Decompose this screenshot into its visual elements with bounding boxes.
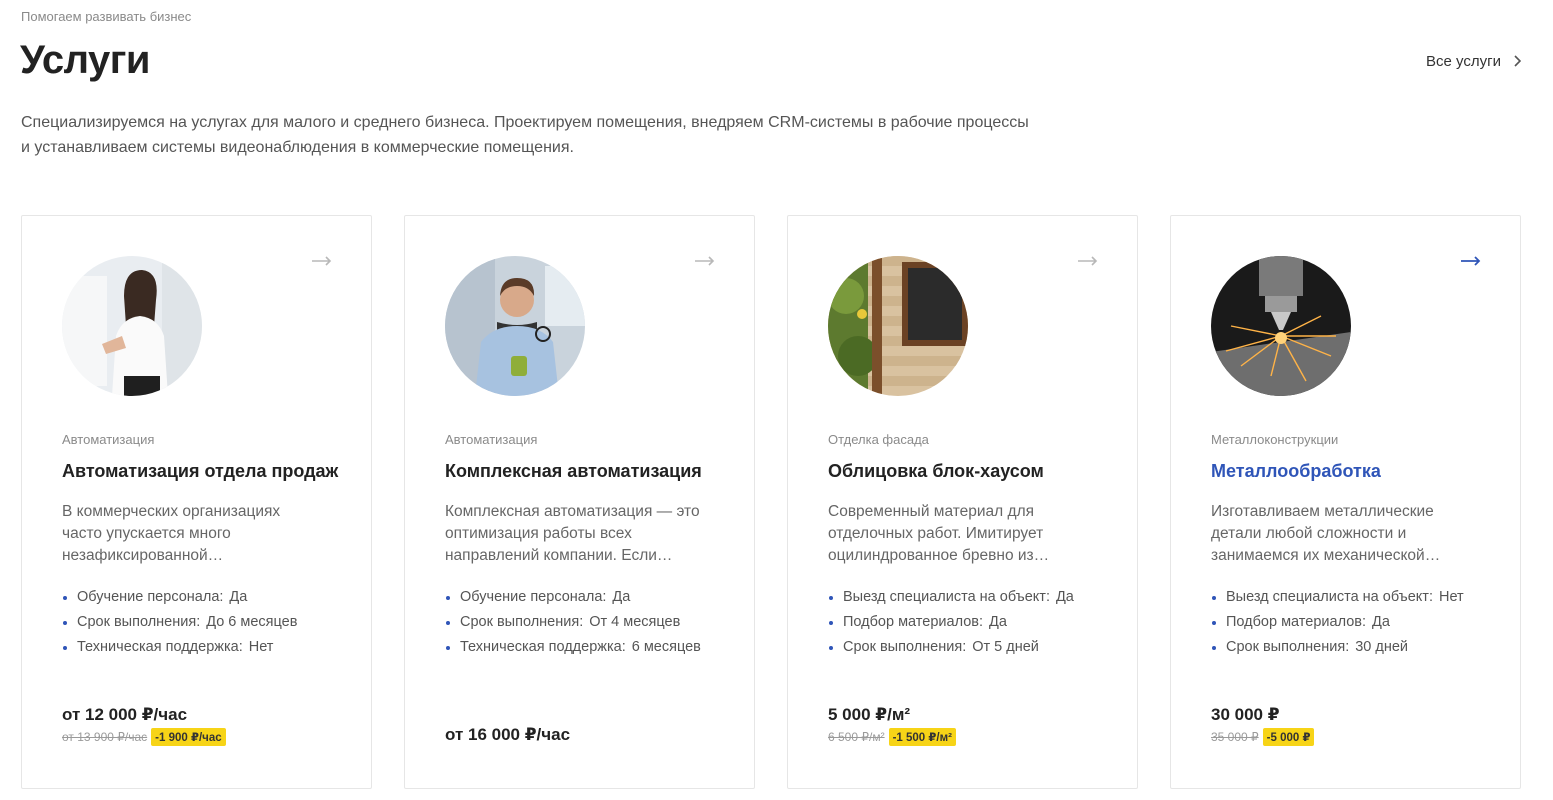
service-card[interactable]: Автоматизация Комплексная автоматизация … <box>404 215 755 789</box>
service-category: Автоматизация <box>445 432 538 447</box>
feature-list: Обучение персоналаДа Срок выполненияДо 6… <box>62 587 352 662</box>
chevron-right-icon <box>1513 54 1522 70</box>
service-price: 30 000 ₽ <box>1211 705 1280 724</box>
service-description: Современный материал для отделочных рабо… <box>828 503 1050 564</box>
feature-item: Техническая поддержкаНет <box>62 637 352 657</box>
service-card[interactable]: Автоматизация Автоматизация отдела прода… <box>21 215 372 789</box>
arrow-right-icon[interactable] <box>1078 250 1102 270</box>
service-description: В коммерческих организациях часто упуска… <box>62 503 281 564</box>
arrow-right-icon[interactable] <box>312 250 336 270</box>
feature-item: Техническая поддержка6 месяцев <box>445 637 735 657</box>
old-price: 6 500 ₽/м² <box>828 730 885 744</box>
eyebrow: Помогаем развивать бизнес <box>21 9 192 24</box>
feature-item: Срок выполненияДо 6 месяцев <box>62 612 352 632</box>
feature-item: Подбор материаловДа <box>1211 612 1471 632</box>
intro-text: Специализируемся на услугах для малого и… <box>21 114 1029 156</box>
service-image <box>62 256 202 396</box>
service-image <box>828 256 968 396</box>
feature-item: Срок выполненияОт 5 дней <box>828 637 1118 657</box>
old-price-row: 35 000 ₽ -5 000 ₽ <box>1211 728 1315 746</box>
discount-badge: -1 900 ₽/час <box>151 728 226 746</box>
feature-list: Обучение персоналаДа Срок выполненияОт 4… <box>445 587 735 662</box>
old-price: 35 000 ₽ <box>1211 730 1259 744</box>
service-title[interactable]: Металлообработка <box>1211 461 1381 482</box>
arrow-right-icon[interactable] <box>695 250 719 270</box>
old-price-row: от 13 900 ₽/час -1 900 ₽/час <box>62 728 226 746</box>
feature-item: Обучение персоналаДа <box>445 587 735 607</box>
service-title[interactable]: Комплексная автоматизация <box>445 461 702 482</box>
arrow-right-icon[interactable] <box>1461 250 1485 270</box>
service-category: Металлоконструкции <box>1211 432 1339 447</box>
feature-list: Выезд специалиста на объектНет Подбор ма… <box>1211 587 1471 662</box>
feature-list: Выезд специалиста на объектДа Подбор мат… <box>828 587 1118 662</box>
discount-badge: -5 000 ₽ <box>1262 728 1315 746</box>
service-image <box>445 256 585 396</box>
all-services-link[interactable]: Все услуги <box>1426 53 1522 70</box>
service-price: 5 000 ₽/м² <box>828 705 911 724</box>
service-image <box>1211 256 1351 396</box>
services-list: Автоматизация Автоматизация отдела прода… <box>21 215 1521 789</box>
feature-item: Выезд специалиста на объектНет <box>1211 587 1471 607</box>
service-description: Комплексная автоматизация — это оптимиза… <box>445 503 700 564</box>
feature-item: Подбор материаловДа <box>828 612 1118 632</box>
old-price: от 13 900 ₽/час <box>62 730 148 744</box>
page-title: Услуги <box>20 38 151 82</box>
service-description: Изготавливаем металлические детали любой… <box>1211 503 1441 564</box>
discount-badge: -1 500 ₽/м² <box>888 728 956 746</box>
service-card[interactable]: Отделка фасада Облицовка блок-хаусом Сов… <box>787 215 1138 789</box>
all-services-label: Все услуги <box>1426 53 1501 70</box>
feature-item: Обучение персоналаДа <box>62 587 352 607</box>
service-title[interactable]: Облицовка блок-хаусом <box>828 461 1044 482</box>
feature-item: Выезд специалиста на объектДа <box>828 587 1118 607</box>
service-price: от 12 000 ₽/час <box>62 705 188 724</box>
service-card[interactable]: Металлоконструкции Металлообработка Изго… <box>1170 215 1521 789</box>
service-category: Автоматизация <box>62 432 155 447</box>
service-category: Отделка фасада <box>828 432 929 447</box>
feature-item: Срок выполнения30 дней <box>1211 637 1471 657</box>
service-price: от 16 000 ₽/час <box>445 725 571 744</box>
old-price-row: 6 500 ₽/м² -1 500 ₽/м² <box>828 728 956 746</box>
service-title[interactable]: Автоматизация отдела продаж <box>62 461 338 482</box>
feature-item: Срок выполненияОт 4 месяцев <box>445 612 735 632</box>
